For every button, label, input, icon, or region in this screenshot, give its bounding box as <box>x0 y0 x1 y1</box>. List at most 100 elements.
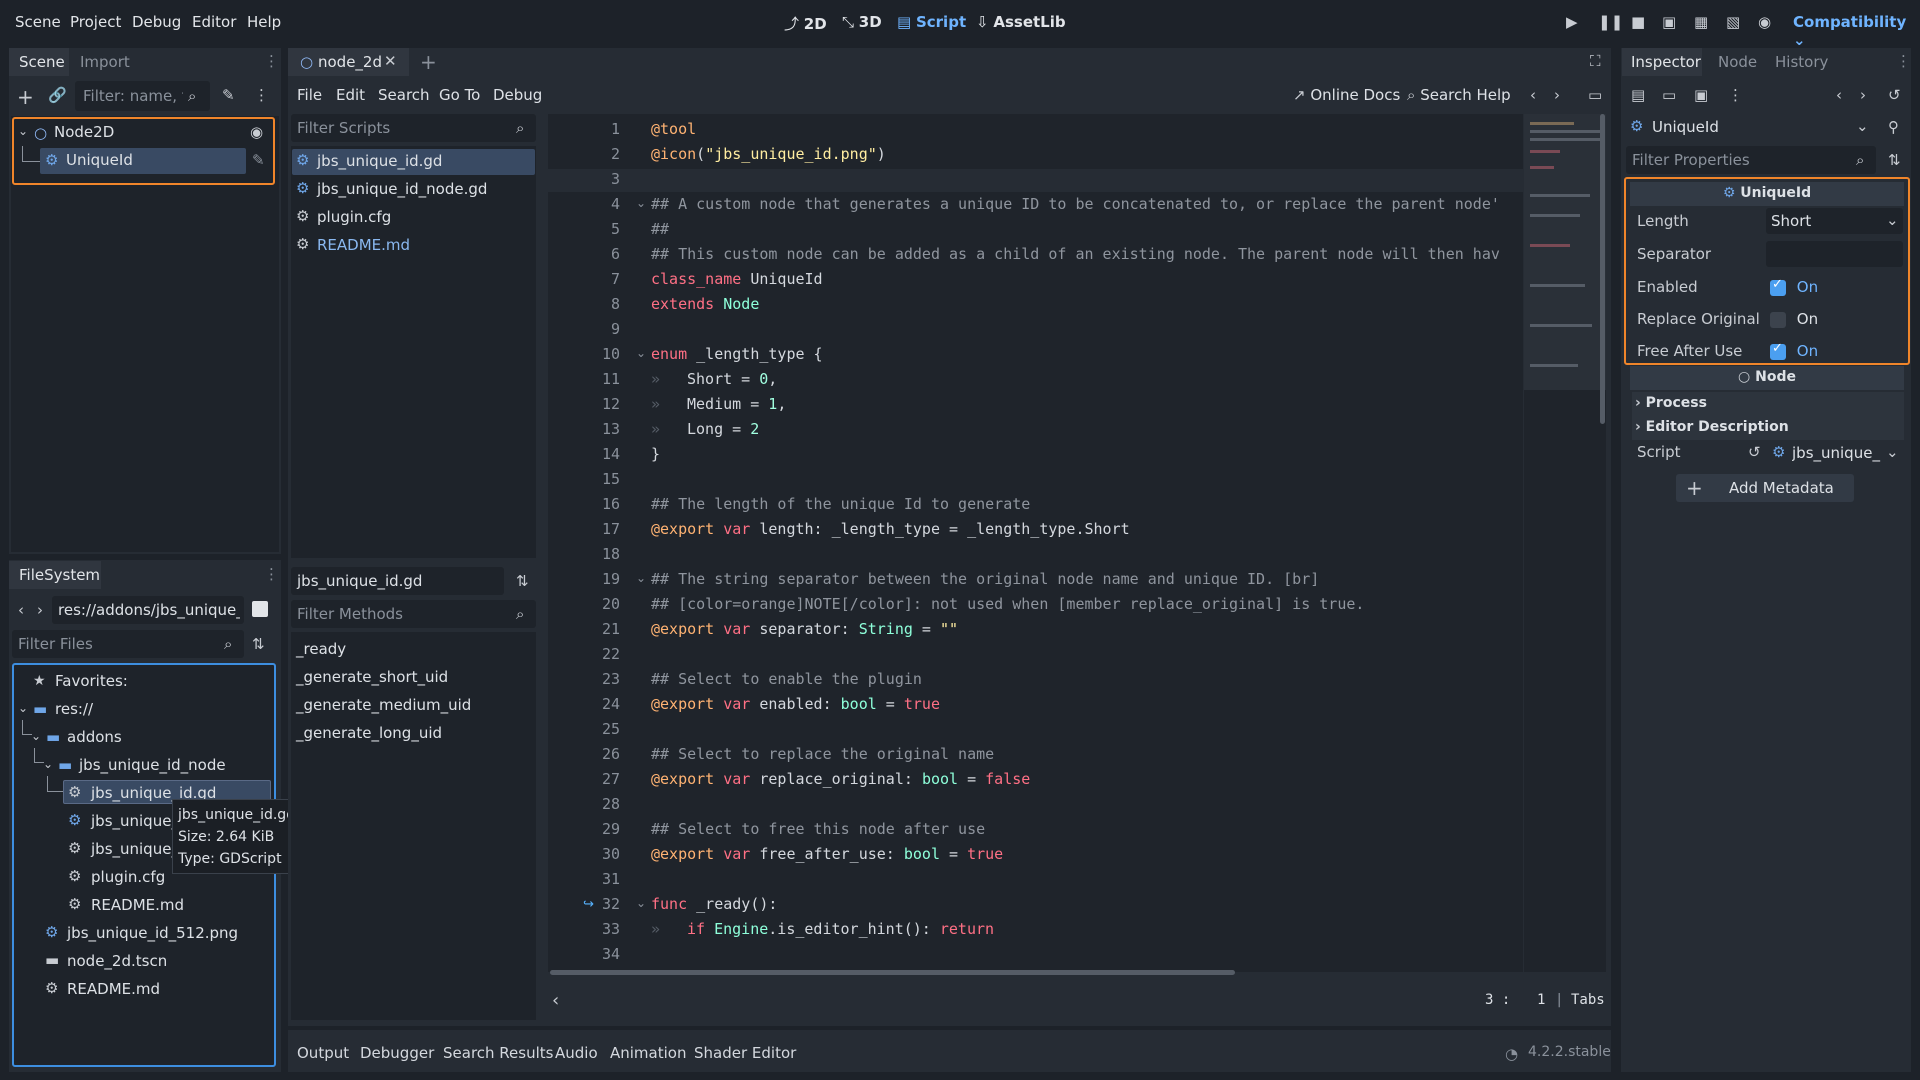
vertical-scrollbar[interactable] <box>1600 114 1605 424</box>
new-resource-icon[interactable]: ▤ <box>1631 86 1645 104</box>
previous-icon[interactable]: ‹ <box>1836 86 1842 104</box>
file-plugin-cfg[interactable]: plugin.cfg <box>91 868 165 886</box>
minimap[interactable] <box>1524 114 1606 972</box>
link-icon[interactable]: 🔗 <box>48 86 67 104</box>
chevron-down-icon[interactable]: ⌄ <box>43 757 53 771</box>
group-editor-description[interactable]: › Editor Description <box>1632 416 1904 440</box>
more-icon[interactable]: ⋮ <box>1728 86 1743 104</box>
tab-filesystem[interactable]: FileSystem <box>9 561 101 589</box>
online-docs-button[interactable]: ↗ Online Docs <box>1293 86 1400 104</box>
play-scene-icon[interactable]: ▦ <box>1694 13 1708 31</box>
file-jbs-unique-id-node[interactable]: jbs_unique_id_node <box>79 756 226 774</box>
movie-maker-icon[interactable]: ◉ <box>1758 13 1771 31</box>
toggle-panel-icon[interactable]: ▭ <box>1588 86 1602 104</box>
close-icon[interactable]: ✕ <box>384 52 397 70</box>
forward-icon[interactable]: › <box>37 601 43 619</box>
tab-inspector[interactable]: Inspector <box>1622 48 1702 76</box>
tab-history[interactable]: History <box>1775 53 1828 71</box>
script-attach-icon[interactable]: ✎ <box>222 86 235 104</box>
path-field[interactable]: res://addons/jbs_unique_id <box>52 596 244 624</box>
fold-icon[interactable]: ⌄ <box>636 896 646 910</box>
menu-editor[interactable]: Editor <box>192 13 236 31</box>
workspace-script[interactable]: ▤ Script <box>897 13 966 31</box>
chevron-down-icon[interactable]: ⌄ <box>18 701 28 715</box>
tab-node-2d[interactable]: ○ node_2d ✕ <box>288 48 409 76</box>
separator-input[interactable] <box>1766 241 1903 267</box>
stop-icon[interactable]: ■ <box>1631 13 1645 31</box>
add-tab-icon[interactable]: + <box>420 50 437 74</box>
chevron-left-icon[interactable]: ‹ <box>552 990 559 1011</box>
dock-menu-icon[interactable]: ⋮ <box>1896 52 1911 70</box>
tab-shader-editor[interactable]: Shader Editor <box>694 1044 796 1062</box>
play-icon[interactable]: ▶ <box>1566 13 1578 31</box>
script-item-jbs-unique-id-node[interactable]: jbs_unique_id_node.gd <box>317 180 487 198</box>
horizontal-scrollbar[interactable] <box>550 970 1235 975</box>
chevron-down-icon[interactable]: ⌄ <box>18 124 28 138</box>
workspace-assetlib[interactable]: ⇩ AssetLib <box>976 13 1066 31</box>
scene-node-node2d[interactable]: Node2D <box>54 123 114 141</box>
favorites-label[interactable]: Favorites: <box>55 672 128 690</box>
file-jbs-unique-i-node[interactable]: jbs_unique_i <box>91 840 183 858</box>
object-selector[interactable]: ⚙ UniqueId ⌄ <box>1626 113 1876 141</box>
tab-import[interactable]: Import <box>80 53 130 71</box>
file-readme-addon[interactable]: README.md <box>91 896 184 914</box>
method-item[interactable]: _generate_short_uid <box>296 668 448 686</box>
fold-icon[interactable]: ⌄ <box>636 346 646 360</box>
more-icon[interactable]: ⋮ <box>254 86 269 104</box>
file-png[interactable]: jbs_unique_id_512.png <box>67 924 238 942</box>
property-tools-icon[interactable]: ⇅ <box>1888 151 1901 169</box>
workspace-2d[interactable]: ⤴ 2D <box>784 13 827 34</box>
dock-menu-icon[interactable]: ⋮ <box>264 52 279 70</box>
menu-project[interactable]: Project <box>70 13 121 31</box>
menu-debug[interactable]: Debug <box>132 13 181 31</box>
fold-icon[interactable]: ⌄ <box>636 196 646 210</box>
tab-debugger[interactable]: Debugger <box>360 1044 434 1062</box>
dock-menu-icon[interactable]: ⋮ <box>264 565 279 583</box>
fold-icon[interactable]: ⌄ <box>636 571 646 585</box>
code-editor[interactable] <box>548 114 1523 972</box>
tab-audio[interactable]: Audio <box>555 1044 598 1062</box>
filter-scripts-input[interactable]: Filter Scripts ⌕ <box>291 114 536 142</box>
file-jbs-unique-i-png[interactable]: jbs_unique_i <box>91 812 183 830</box>
doc-icon[interactable]: ⚲ <box>1888 118 1899 136</box>
tab-output[interactable]: Output <box>297 1044 349 1062</box>
add-metadata-button[interactable]: + Add Metadata <box>1676 474 1854 502</box>
filter-methods-input[interactable]: Filter Methods ⌕ <box>291 600 536 628</box>
workspace-3d[interactable]: ⤡ 3D <box>842 13 882 31</box>
play-custom-scene-icon[interactable]: ▧ <box>1726 13 1740 31</box>
add-node-icon[interactable]: + <box>17 85 34 109</box>
fullscreen-icon[interactable]: ⛶ <box>1590 52 1601 70</box>
tab-scene[interactable]: Scene <box>9 48 69 76</box>
script-item-readme[interactable]: README.md <box>317 236 410 254</box>
search-help-button[interactable]: ⌕ Search Help <box>1407 86 1511 104</box>
free-after-use-checkbox[interactable]: ✓ On <box>1770 341 1818 360</box>
save-icon[interactable]: ▣ <box>1694 86 1708 104</box>
previous-icon[interactable]: ‹ <box>1530 86 1536 104</box>
script-menu-search[interactable]: Search <box>378 86 430 104</box>
method-item[interactable]: _ready <box>296 640 346 658</box>
script-item-plugin-cfg[interactable]: plugin.cfg <box>317 208 391 226</box>
file-readme-root[interactable]: README.md <box>67 980 160 998</box>
section-uniqueid[interactable]: ⚙ UniqueId <box>1630 182 1904 206</box>
section-node[interactable]: ○ Node <box>1630 366 1904 390</box>
history-icon[interactable]: ↺ <box>1888 86 1901 104</box>
script-menu-goto[interactable]: Go To <box>439 86 480 104</box>
script-resource-picker[interactable]: ⚙ jbs_unique_ ⌄ <box>1770 440 1904 466</box>
scene-node-uniqueid[interactable]: UniqueId <box>66 151 133 169</box>
file-res[interactable]: res:// <box>55 700 93 718</box>
chevron-down-icon[interactable]: ⌄ <box>31 729 41 743</box>
script-menu-edit[interactable]: Edit <box>336 86 365 104</box>
method-item[interactable]: _generate_medium_uid <box>296 696 471 714</box>
menu-help[interactable]: Help <box>247 13 281 31</box>
tab-search-results[interactable]: Search Results <box>443 1044 553 1062</box>
length-select[interactable]: Short ⌄ <box>1766 208 1903 234</box>
scene-filter-input[interactable]: Filter: name, t:t ⌕ <box>75 81 210 111</box>
next-icon[interactable]: › <box>1554 86 1560 104</box>
file-node-2d-tscn[interactable]: node_2d.tscn <box>67 952 167 970</box>
tab-animation[interactable]: Animation <box>610 1044 686 1062</box>
replace-original-checkbox[interactable]: On <box>1770 310 1818 328</box>
sort-icon[interactable]: ⇅ <box>252 635 265 653</box>
connected-signal-icon[interactable]: ↪ <box>583 897 594 912</box>
renderer-select[interactable]: Compatibility ⌄ <box>1793 13 1920 49</box>
file-addons[interactable]: addons <box>67 728 122 746</box>
